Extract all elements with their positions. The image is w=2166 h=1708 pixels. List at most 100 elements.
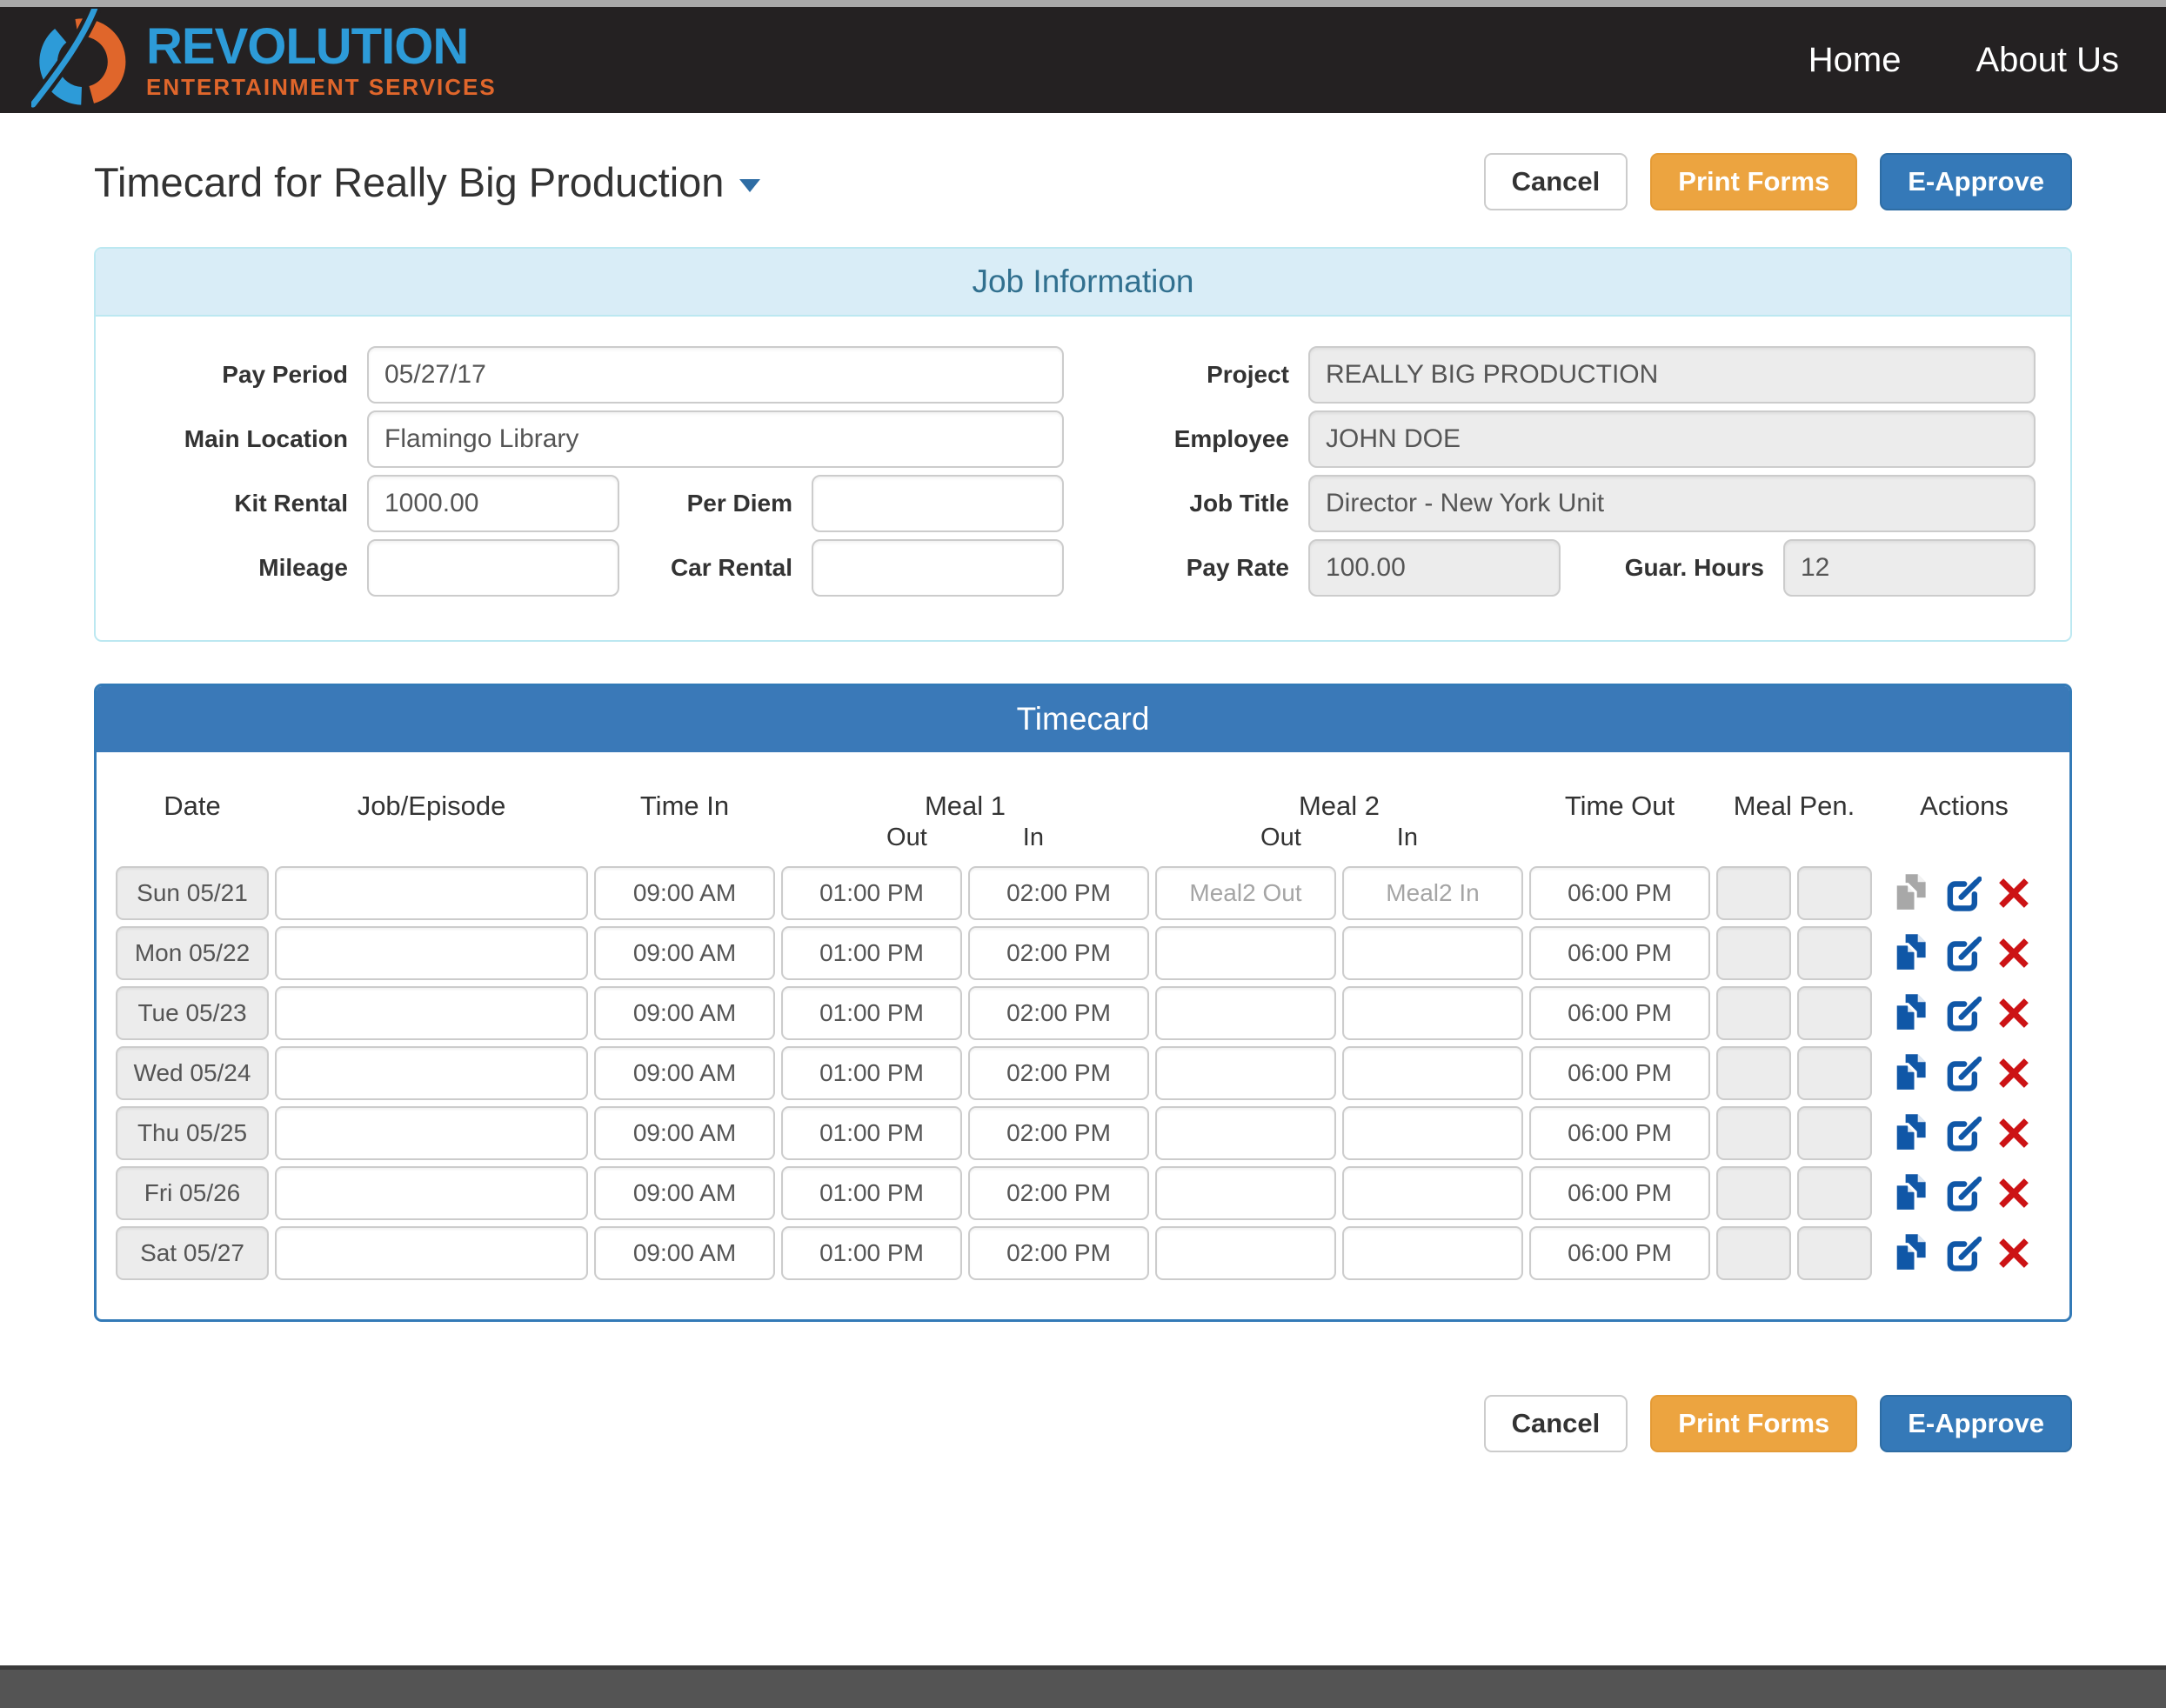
meal2-in-input[interactable] xyxy=(1342,926,1523,980)
pay-rate-input xyxy=(1308,539,1561,597)
delete-icon[interactable] xyxy=(1996,1176,2031,1211)
per-diem-input[interactable] xyxy=(812,475,1064,532)
nav-item-about-us[interactable]: About Us xyxy=(1975,41,2119,80)
edit-icon[interactable] xyxy=(1945,1175,1982,1211)
row-actions xyxy=(1878,1233,2050,1273)
meal1-in-input[interactable] xyxy=(968,986,1149,1040)
kit-rental-input[interactable] xyxy=(367,475,619,532)
job-information-panel: Job Information Pay Period Main Location… xyxy=(94,247,2072,642)
meal2-out-input[interactable] xyxy=(1155,926,1336,980)
copy-icon[interactable] xyxy=(1892,1173,1930,1213)
job-episode-input[interactable] xyxy=(275,866,588,920)
edit-icon[interactable] xyxy=(1945,1055,1982,1091)
meal2-in-input[interactable] xyxy=(1342,1226,1523,1280)
time-in-input[interactable] xyxy=(594,926,775,980)
time-in-input[interactable] xyxy=(594,1106,775,1160)
time-in-input[interactable] xyxy=(594,866,775,920)
col-header-meal1: Meal 1 xyxy=(781,791,1149,822)
meal2-in-input[interactable] xyxy=(1342,1106,1523,1160)
delete-icon[interactable] xyxy=(1996,1236,2031,1271)
page-title-text: Timecard for Really Big Production xyxy=(94,158,724,206)
meal1-out-input[interactable] xyxy=(781,986,962,1040)
copy-icon[interactable] xyxy=(1892,1113,1930,1153)
time-out-input[interactable] xyxy=(1529,1166,1710,1220)
nav-item-home[interactable]: Home xyxy=(1808,41,1902,80)
time-out-input[interactable] xyxy=(1529,1106,1710,1160)
meal1-in-input[interactable] xyxy=(968,1106,1149,1160)
meal1-out-input[interactable] xyxy=(781,926,962,980)
time-out-input[interactable] xyxy=(1529,986,1710,1040)
job-title-input xyxy=(1308,475,2036,532)
copy-icon[interactable] xyxy=(1892,873,1930,913)
copy-icon[interactable] xyxy=(1892,1053,1930,1093)
timecard-table-header: Date Job/Episode Time In Meal 1 Meal 2 T… xyxy=(116,770,2050,866)
meal2-out-input[interactable] xyxy=(1155,866,1336,920)
meal2-out-input[interactable] xyxy=(1155,1106,1336,1160)
edit-icon[interactable] xyxy=(1945,875,1982,911)
main-location-input[interactable] xyxy=(367,410,1064,468)
e-approve-button-bottom[interactable]: E-Approve xyxy=(1880,1395,2072,1452)
meal-pen-2-cell xyxy=(1797,1046,1872,1100)
brand-logo[interactable]: REVOLUTION ENTERTAINMENT SERVICES xyxy=(31,7,497,113)
meal2-in-input[interactable] xyxy=(1342,986,1523,1040)
meal1-out-input[interactable] xyxy=(781,1046,962,1100)
copy-icon[interactable] xyxy=(1892,993,1930,1033)
meal2-out-input[interactable] xyxy=(1155,1166,1336,1220)
meal1-out-input[interactable] xyxy=(781,1226,962,1280)
time-out-input[interactable] xyxy=(1529,1046,1710,1100)
edit-icon[interactable] xyxy=(1945,1115,1982,1151)
job-episode-input[interactable] xyxy=(275,926,588,980)
delete-icon[interactable] xyxy=(1996,1116,2031,1151)
meal1-in-input[interactable] xyxy=(968,926,1149,980)
print-forms-button-top[interactable]: Print Forms xyxy=(1650,153,1857,210)
cancel-button-top[interactable]: Cancel xyxy=(1484,153,1628,210)
edit-icon[interactable] xyxy=(1945,1235,1982,1271)
date-cell xyxy=(116,866,269,920)
meal1-out-input[interactable] xyxy=(781,1106,962,1160)
meal1-in-input[interactable] xyxy=(968,1166,1149,1220)
meal1-out-input[interactable] xyxy=(781,1166,962,1220)
meal2-out-input[interactable] xyxy=(1155,986,1336,1040)
meal2-in-input[interactable] xyxy=(1342,1166,1523,1220)
meal1-in-input[interactable] xyxy=(968,1046,1149,1100)
copy-icon[interactable] xyxy=(1892,1233,1930,1273)
delete-icon[interactable] xyxy=(1996,876,2031,911)
meal2-out-input[interactable] xyxy=(1155,1226,1336,1280)
time-out-input[interactable] xyxy=(1529,1226,1710,1280)
time-in-input[interactable] xyxy=(594,1226,775,1280)
delete-icon[interactable] xyxy=(1996,936,2031,971)
main-content: Timecard for Really Big Production Cance… xyxy=(0,113,2166,1665)
time-in-input[interactable] xyxy=(594,1046,775,1100)
job-episode-input[interactable] xyxy=(275,1226,588,1280)
cancel-button-bottom[interactable]: Cancel xyxy=(1484,1395,1628,1452)
job-episode-input[interactable] xyxy=(275,1166,588,1220)
meal2-out-input[interactable] xyxy=(1155,1046,1336,1100)
table-row xyxy=(116,866,2050,920)
meal1-in-input[interactable] xyxy=(968,866,1149,920)
time-in-input[interactable] xyxy=(594,1166,775,1220)
copy-icon[interactable] xyxy=(1892,933,1930,973)
time-in-input[interactable] xyxy=(594,986,775,1040)
meal2-in-input[interactable] xyxy=(1342,1046,1523,1100)
delete-icon[interactable] xyxy=(1996,1056,2031,1091)
pay-period-input[interactable] xyxy=(367,346,1064,404)
meal1-out-input[interactable] xyxy=(781,866,962,920)
time-out-input[interactable] xyxy=(1529,866,1710,920)
edit-icon[interactable] xyxy=(1945,995,1982,1031)
job-episode-input[interactable] xyxy=(275,986,588,1040)
e-approve-button-top[interactable]: E-Approve xyxy=(1880,153,2072,210)
car-rental-input[interactable] xyxy=(812,539,1064,597)
chevron-down-icon[interactable] xyxy=(739,179,760,192)
print-forms-button-bottom[interactable]: Print Forms xyxy=(1650,1395,1857,1452)
job-episode-input[interactable] xyxy=(275,1046,588,1100)
job-episode-input[interactable] xyxy=(275,1106,588,1160)
meal1-in-input[interactable] xyxy=(968,1226,1149,1280)
col-header-meal2-in: In xyxy=(1397,824,1418,852)
time-out-input[interactable] xyxy=(1529,926,1710,980)
date-cell xyxy=(116,1046,269,1100)
mileage-input[interactable] xyxy=(367,539,619,597)
meal2-in-input[interactable] xyxy=(1342,866,1523,920)
delete-icon[interactable] xyxy=(1996,996,2031,1031)
edit-icon[interactable] xyxy=(1945,935,1982,971)
row-actions xyxy=(1878,873,2050,913)
